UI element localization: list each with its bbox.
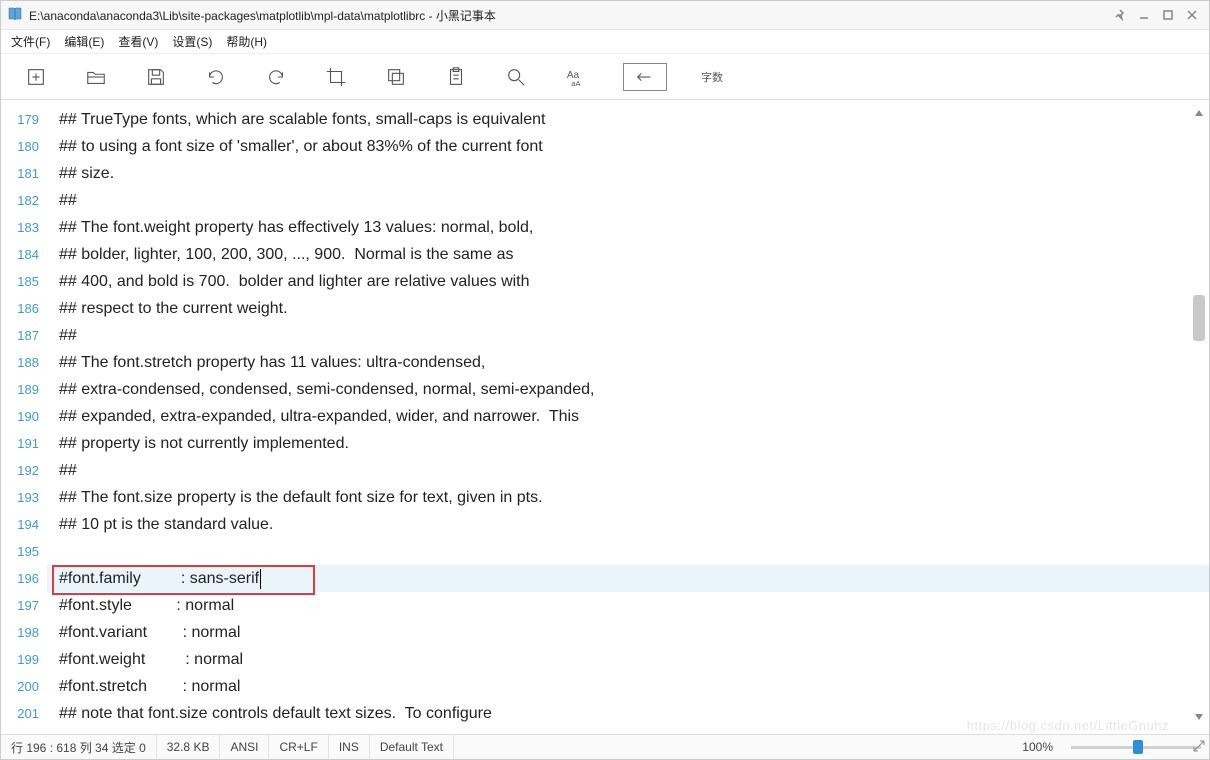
status-file-size: 32.8 KB (157, 735, 221, 759)
menu-help[interactable]: 帮助(H) (226, 33, 267, 50)
app-icon (7, 6, 23, 25)
line-number: 191 (1, 430, 47, 457)
line-number-gutter: 1791801811821831841851861871881891901911… (1, 100, 47, 736)
line-number: 192 (1, 457, 47, 484)
resize-grip-icon[interactable] (1192, 739, 1206, 756)
line-number: 194 (1, 511, 47, 538)
menu-view[interactable]: 查看(V) (118, 33, 158, 50)
line-number: 199 (1, 646, 47, 673)
line-number: 182 (1, 187, 47, 214)
line-number: 188 (1, 349, 47, 376)
line-number: 179 (1, 106, 47, 133)
paste-button[interactable] (443, 64, 469, 90)
text-content[interactable]: ## TrueType fonts, which are scalable fo… (47, 100, 1209, 736)
status-cursor-position: 行 196 : 618 列 34 选定 0 (1, 735, 157, 759)
line-number: 181 (1, 160, 47, 187)
text-line[interactable]: ## The font.size property is the default… (47, 484, 1209, 511)
text-line[interactable]: ## expanded, extra-expanded, ultra-expan… (47, 403, 1209, 430)
line-number: 198 (1, 619, 47, 646)
line-number: 180 (1, 133, 47, 160)
scroll-down-icon[interactable] (1191, 709, 1207, 725)
text-caret (260, 569, 261, 589)
text-line[interactable]: ## The font.stretch property has 11 valu… (47, 349, 1209, 376)
text-line[interactable]: #font.family : sans-serif (47, 565, 1209, 592)
status-syntax[interactable]: Default Text (370, 735, 454, 759)
undo-button[interactable] (203, 64, 229, 90)
text-line[interactable]: ## extra-condensed, condensed, semi-cond… (47, 376, 1209, 403)
menu-edit[interactable]: 编辑(E) (64, 33, 104, 50)
wrap-button[interactable] (623, 63, 667, 91)
line-number: 185 (1, 268, 47, 295)
text-line[interactable]: ## 400, and bold is 700. bolder and ligh… (47, 268, 1209, 295)
line-number: 195 (1, 538, 47, 565)
status-encoding[interactable]: ANSI (220, 735, 269, 759)
text-line[interactable] (47, 538, 1209, 565)
zoom-slider-thumb[interactable] (1133, 740, 1143, 754)
scroll-up-icon[interactable] (1191, 105, 1207, 121)
pin-button[interactable] (1109, 5, 1131, 25)
toolbar: AaaA 字数 (1, 54, 1209, 100)
status-insert-mode[interactable]: INS (329, 735, 370, 759)
status-zoom-level[interactable]: 100% (1012, 735, 1063, 759)
title-bar: E:\anaconda\anaconda3\Lib\site-packages\… (1, 1, 1209, 30)
window-title: E:\anaconda\anaconda3\Lib\site-packages\… (29, 7, 1109, 24)
line-number: 184 (1, 241, 47, 268)
maximize-button[interactable] (1157, 5, 1179, 25)
menu-bar: 文件(F) 编辑(E) 查看(V) 设置(S) 帮助(H) (1, 30, 1209, 54)
save-button[interactable] (143, 64, 169, 90)
text-line[interactable]: ## bolder, lighter, 100, 200, 300, ..., … (47, 241, 1209, 268)
line-number: 190 (1, 403, 47, 430)
line-number: 201 (1, 700, 47, 727)
status-eol[interactable]: CR+LF (269, 735, 328, 759)
text-line[interactable]: ## (47, 457, 1209, 484)
text-line[interactable]: ## (47, 187, 1209, 214)
line-number: 189 (1, 376, 47, 403)
menu-file[interactable]: 文件(F) (11, 33, 50, 50)
close-button[interactable] (1181, 5, 1203, 25)
scrollbar-thumb[interactable] (1193, 295, 1205, 341)
svg-text:aA: aA (571, 79, 580, 88)
crop-button[interactable] (323, 64, 349, 90)
text-line[interactable]: #font.weight : normal (47, 646, 1209, 673)
word-count-label[interactable]: 字数 (701, 69, 723, 85)
text-line[interactable]: #font.stretch : normal (47, 673, 1209, 700)
line-number: 196 (1, 565, 47, 592)
text-line[interactable]: ## note that font.size controls default … (47, 700, 1209, 727)
text-line[interactable]: #font.style : normal (47, 592, 1209, 619)
text-line[interactable]: ## The font.weight property has effectiv… (47, 214, 1209, 241)
text-line[interactable]: ## 10 pt is the standard value. (47, 511, 1209, 538)
minimize-button[interactable] (1133, 5, 1155, 25)
text-line[interactable]: ## size. (47, 160, 1209, 187)
search-button[interactable] (503, 64, 529, 90)
text-line[interactable]: #font.variant : normal (47, 619, 1209, 646)
text-line[interactable]: ## TrueType fonts, which are scalable fo… (47, 106, 1209, 133)
line-number: 193 (1, 484, 47, 511)
font-case-button[interactable]: AaaA (563, 64, 589, 90)
text-line[interactable]: ## (47, 322, 1209, 349)
line-number: 200 (1, 673, 47, 700)
zoom-slider[interactable] (1071, 746, 1201, 749)
line-number: 187 (1, 322, 47, 349)
editor[interactable]: 1791801811821831841851861871881891901911… (1, 100, 1209, 736)
line-number: 183 (1, 214, 47, 241)
text-line[interactable]: ## to using a font size of 'smaller', or… (47, 133, 1209, 160)
line-number: 197 (1, 592, 47, 619)
open-file-button[interactable] (83, 64, 109, 90)
menu-settings[interactable]: 设置(S) (172, 33, 212, 50)
text-line[interactable]: ## property is not currently implemented… (47, 430, 1209, 457)
new-file-button[interactable] (23, 64, 49, 90)
copy-button[interactable] (383, 64, 409, 90)
text-line[interactable]: ## respect to the current weight. (47, 295, 1209, 322)
redo-button[interactable] (263, 64, 289, 90)
status-bar: 行 196 : 618 列 34 选定 0 32.8 KB ANSI CR+LF… (1, 734, 1209, 759)
line-number: 186 (1, 295, 47, 322)
vertical-scrollbar[interactable] (1191, 105, 1207, 725)
